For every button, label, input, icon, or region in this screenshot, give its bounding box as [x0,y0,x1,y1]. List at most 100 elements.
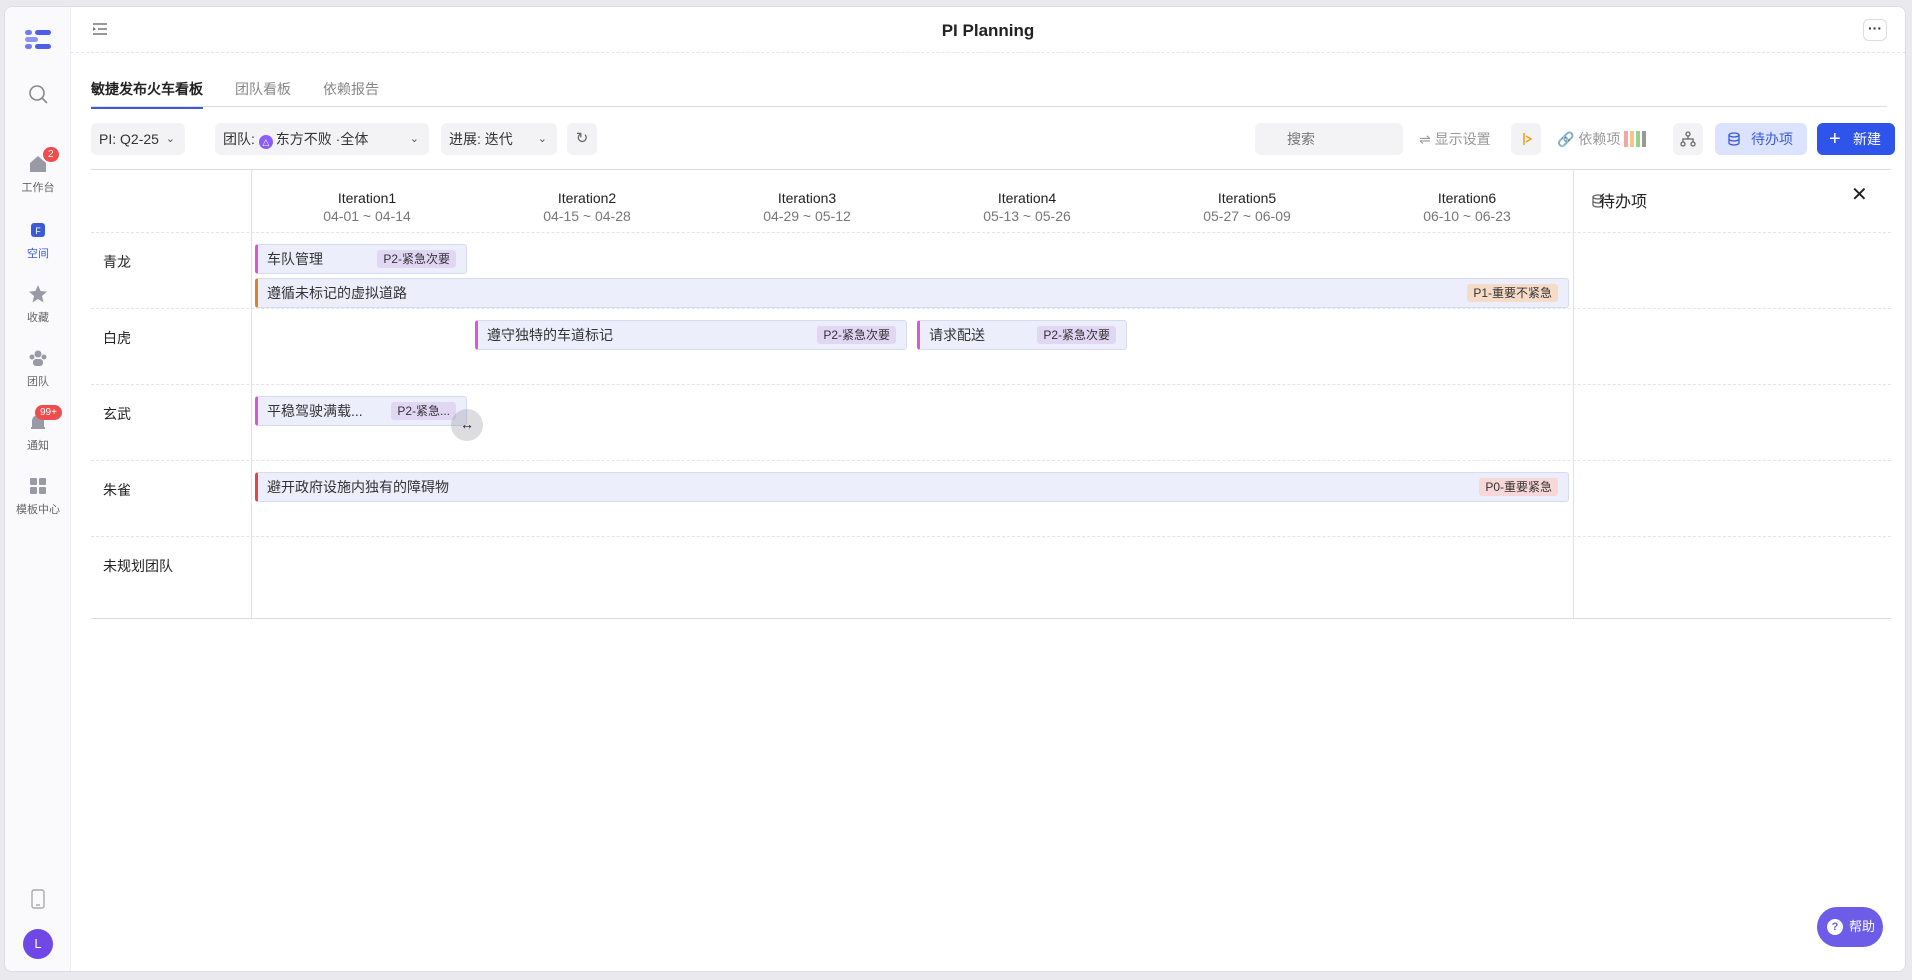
iteration-dates: 05-27 ~ 06-09 [1203,208,1291,224]
search-nav[interactable] [5,83,71,109]
todo-panel-title: 待办项 [1599,194,1648,211]
feature-card[interactable]: 车队管理 P2-紧急次要 [255,244,467,274]
team-row-label: 青龙 [103,254,131,270]
avatar[interactable]: L [23,929,53,959]
card-title: 平稳驾驶满载... [267,403,363,419]
plus-icon: + [1829,128,1841,150]
priority-badge: P1-重要不紧急 [1467,284,1558,302]
help-button[interactable]: ? 帮助 [1817,907,1883,947]
iteration-dates: 06-10 ~ 06-23 [1423,208,1511,224]
sidebar-item-team[interactable]: 团队 [5,347,71,389]
row-divider [91,232,1891,233]
display-settings-button[interactable]: ⇌ 显示设置 [1419,123,1491,155]
sidebar-item-label: 通知 [27,440,49,452]
iteration-header: Iteration4 05-13 ~ 05-26 [917,190,1137,224]
search-icon [29,85,48,104]
link-icon: 🔗 [1557,131,1575,147]
app-window: 2 工作台 F 空间 收藏 团队 99+ 通知 模板中心 L PI Planni… [4,6,1906,972]
tab-release-train-board[interactable]: 敏捷发布火车看板 [91,79,203,109]
todo-button[interactable]: 待办项 [1715,123,1807,155]
sidebar-item-label: 空间 [27,248,49,260]
sidebar-item-space[interactable]: F 空间 [5,219,71,261]
display-settings-label: 显示设置 [1434,131,1491,147]
iteration-name: Iteration6 [1437,190,1497,206]
team-label: 团队: [223,131,255,147]
feature-card[interactable]: 遵循未标记的虚拟道路 P1-重要不紧急 [255,278,1569,308]
new-label: 新建 [1853,131,1881,147]
sidebar-item-label: 模板中心 [16,504,60,516]
team-row-label: 玄武 [103,406,131,422]
app-logo-icon[interactable] [23,27,53,51]
team-select[interactable]: 团队: △ 东方不败 ·全体 ⌄ [215,123,429,155]
priority-badge: P2-紧急次要 [817,326,896,344]
sidebar-item-templates[interactable]: 模板中心 [5,475,71,517]
swimlane-toggle-button[interactable] [1511,123,1541,155]
sidebar-item-notifications[interactable]: 99+ 通知 [5,405,71,453]
sidebar: 2 工作台 F 空间 收藏 团队 99+ 通知 模板中心 L [5,7,71,971]
swimlane-icon [1523,133,1533,145]
dependency-button[interactable]: 🔗 依赖项 [1557,123,1647,158]
progress-select[interactable]: 进展: 迭代 ⌄ [441,123,557,155]
hierarchy-button[interactable] [1673,123,1703,155]
iteration-dates: 05-13 ~ 05-26 [983,208,1071,224]
planning-board: Iteration1 04-01 ~ 04-14 Iteration2 04-15 … [91,169,1891,619]
panel-divider [1573,170,1574,618]
hierarchy-icon [1680,131,1696,147]
iteration-dates: 04-15 ~ 04-28 [543,208,631,224]
priority-badge: P2-紧急次要 [377,250,456,268]
feature-card[interactable]: 遵守独特的车道标记 P2-紧急次要 [475,320,907,350]
team-column-divider [251,170,252,618]
feature-card[interactable]: 平稳驾驶满载... P2-紧急... [255,396,467,426]
chevron-down-icon: ⌄ [409,133,419,145]
mobile-icon[interactable] [30,889,46,909]
question-icon: ? [1827,919,1843,935]
search-input[interactable] [1255,123,1403,155]
priority-badge: P2-紧急次要 [1037,326,1116,344]
notification-badge: 99+ [35,405,62,420]
sidebar-item-favorites[interactable]: 收藏 [5,283,71,325]
iteration-header: Iteration3 04-29 ~ 05-12 [697,190,917,224]
pi-select[interactable]: PI: Q2-25 ⌄ [91,123,185,155]
tab-dependency-report[interactable]: 依赖报告 [323,79,379,107]
dependency-legend [1624,126,1647,158]
tab-bar: 敏捷发布火车看板 团队看板 依赖报告 [91,53,1887,109]
space-icon: F [31,223,45,237]
sidebar-item-label: 团队 [27,376,49,388]
refresh-button[interactable]: ↻ [567,123,597,155]
iteration-name: Iteration5 [1217,190,1277,206]
iteration-name: Iteration1 [337,190,397,206]
card-title: 请求配送 [929,327,985,343]
card-title: 避开政府设施内独有的障碍物 [267,479,449,495]
resize-handle-icon[interactable]: ↔ [451,409,483,441]
row-divider [91,536,1891,537]
new-button[interactable]: + 新建 [1817,123,1895,155]
chevron-down-icon: ⌄ [537,133,547,145]
feature-card[interactable]: 请求配送 P2-紧急次要 [917,320,1127,350]
toolbar: PI: Q2-25 ⌄ 团队: △东方不败 ·全体 ⌄ 进展: 迭代 ⌄ ↻ ⇌… [91,123,1895,158]
iteration-name: Iteration4 [997,190,1057,206]
team-row-label: 未规划团队 [103,558,173,574]
tab-team-board[interactable]: 团队看板 [235,79,291,107]
iteration-header: Iteration6 06-10 ~ 06-23 [1357,190,1577,224]
database-icon [1728,132,1740,146]
team-row-label: 朱雀 [103,482,131,498]
progress-label: 进展: [449,131,481,147]
feature-card[interactable]: 避开政府设施内独有的障碍物 P0-重要紧急 [255,472,1569,502]
team-value: 东方不败 ·全体 [275,131,369,147]
iteration-header: Iteration5 05-27 ~ 06-09 [1137,190,1357,224]
close-icon[interactable]: ✕ [1851,182,1868,207]
sidebar-item-label: 收藏 [27,312,49,324]
sidebar-item-label: 工作台 [21,182,55,194]
sidebar-item-workbench[interactable]: 2 工作台 [5,147,71,195]
priority-badge: P2-紧急... [391,402,456,420]
chevron-down-icon: ⌄ [165,133,175,145]
iteration-name: Iteration3 [777,190,837,206]
row-divider [91,384,1891,385]
pi-label: PI: [99,131,117,147]
more-button[interactable]: ··· [1863,19,1887,41]
refresh-icon: ↻ [575,130,589,147]
iteration-dates: 04-29 ~ 05-12 [763,208,851,224]
notification-badge: 2 [43,147,59,162]
template-icon [30,478,46,494]
team-icon [29,350,47,366]
